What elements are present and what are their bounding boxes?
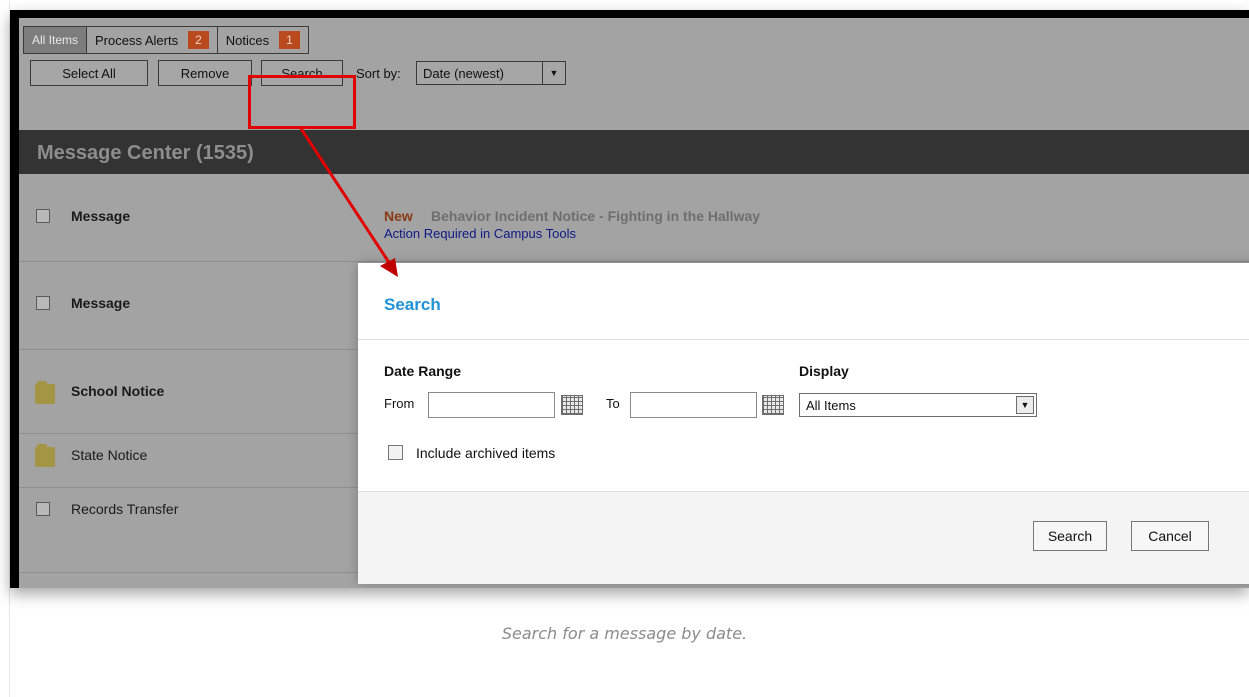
figure-caption: Search for a message by date.: [501, 624, 748, 643]
from-label: From: [384, 396, 415, 411]
sort-by-label: Sort by:: [356, 66, 401, 81]
display-label: Display: [799, 363, 849, 379]
message-center-header: Message Center (1535): [19, 130, 1249, 174]
page-title: Message Center (1535): [37, 142, 254, 164]
remove-button[interactable]: Remove: [158, 60, 252, 86]
to-date-input[interactable]: [630, 392, 757, 418]
chevron-down-icon: ▼: [1016, 396, 1034, 414]
action-required-link[interactable]: Action Required in Campus Tools: [384, 226, 576, 241]
row-checkbox[interactable]: [36, 296, 50, 310]
tab-notices[interactable]: Notices 1: [218, 27, 308, 53]
folder-icon: [35, 381, 55, 404]
search-button-highlight: [248, 75, 356, 129]
process-alerts-count-badge: 2: [188, 31, 209, 49]
tab-bar: All Items Process Alerts 2 Notices 1: [23, 26, 309, 54]
row-type-label: Message: [71, 208, 131, 224]
notices-count-badge: 1: [279, 31, 300, 49]
tab-notices-label: Notices: [225, 32, 270, 48]
date-range-label: Date Range: [384, 363, 462, 379]
tab-process-alerts-label: Process Alerts: [95, 32, 179, 48]
select-all-button[interactable]: Select All: [30, 60, 148, 86]
row-type-label: Records Transfer: [71, 501, 179, 517]
display-value: All Items: [806, 397, 856, 413]
row-checkbox[interactable]: [36, 209, 50, 223]
tab-process-alerts[interactable]: Process Alerts 2: [87, 27, 218, 53]
row-type-label: State Notice: [71, 447, 148, 463]
display-select[interactable]: All Items ▼: [799, 393, 1037, 417]
screenshot-frame: All Items Process Alerts 2 Notices 1 Sel…: [10, 10, 1249, 588]
include-archived-label: Include archived items: [416, 445, 556, 461]
chevron-down-icon: ▼: [542, 62, 565, 84]
calendar-icon[interactable]: [561, 395, 583, 415]
tab-all-items-label: All Items: [32, 33, 79, 47]
dialog-divider: [358, 339, 1249, 340]
folder-icon: [35, 444, 55, 467]
sort-by-value: Date (newest): [423, 65, 504, 81]
dialog-title: Search: [384, 295, 441, 314]
calendar-icon[interactable]: [762, 395, 784, 415]
to-label: To: [606, 396, 620, 411]
from-date-input[interactable]: [428, 392, 555, 418]
include-archived-checkbox[interactable]: [388, 445, 403, 460]
row-checkbox[interactable]: [36, 502, 50, 516]
tab-all-items[interactable]: All Items: [24, 27, 88, 53]
dialog-footer: [358, 491, 1249, 584]
row-type-label: Message: [71, 295, 131, 311]
message-subject[interactable]: Behavior Incident Notice - Fighting in t…: [431, 208, 760, 224]
row-type-label: School Notice: [71, 383, 165, 399]
new-badge: New: [384, 208, 413, 224]
message-center-screen: All Items Process Alerts 2 Notices 1 Sel…: [19, 18, 1249, 588]
search-dialog: Search Date Range From To Display All It…: [358, 263, 1249, 584]
dialog-search-button[interactable]: Search: [1033, 521, 1107, 551]
dialog-cancel-button[interactable]: Cancel: [1131, 521, 1209, 551]
sort-by-select[interactable]: Date (newest) ▼: [416, 61, 566, 85]
list-item[interactable]: Message New Behavior Incident Notice - F…: [19, 174, 1249, 262]
